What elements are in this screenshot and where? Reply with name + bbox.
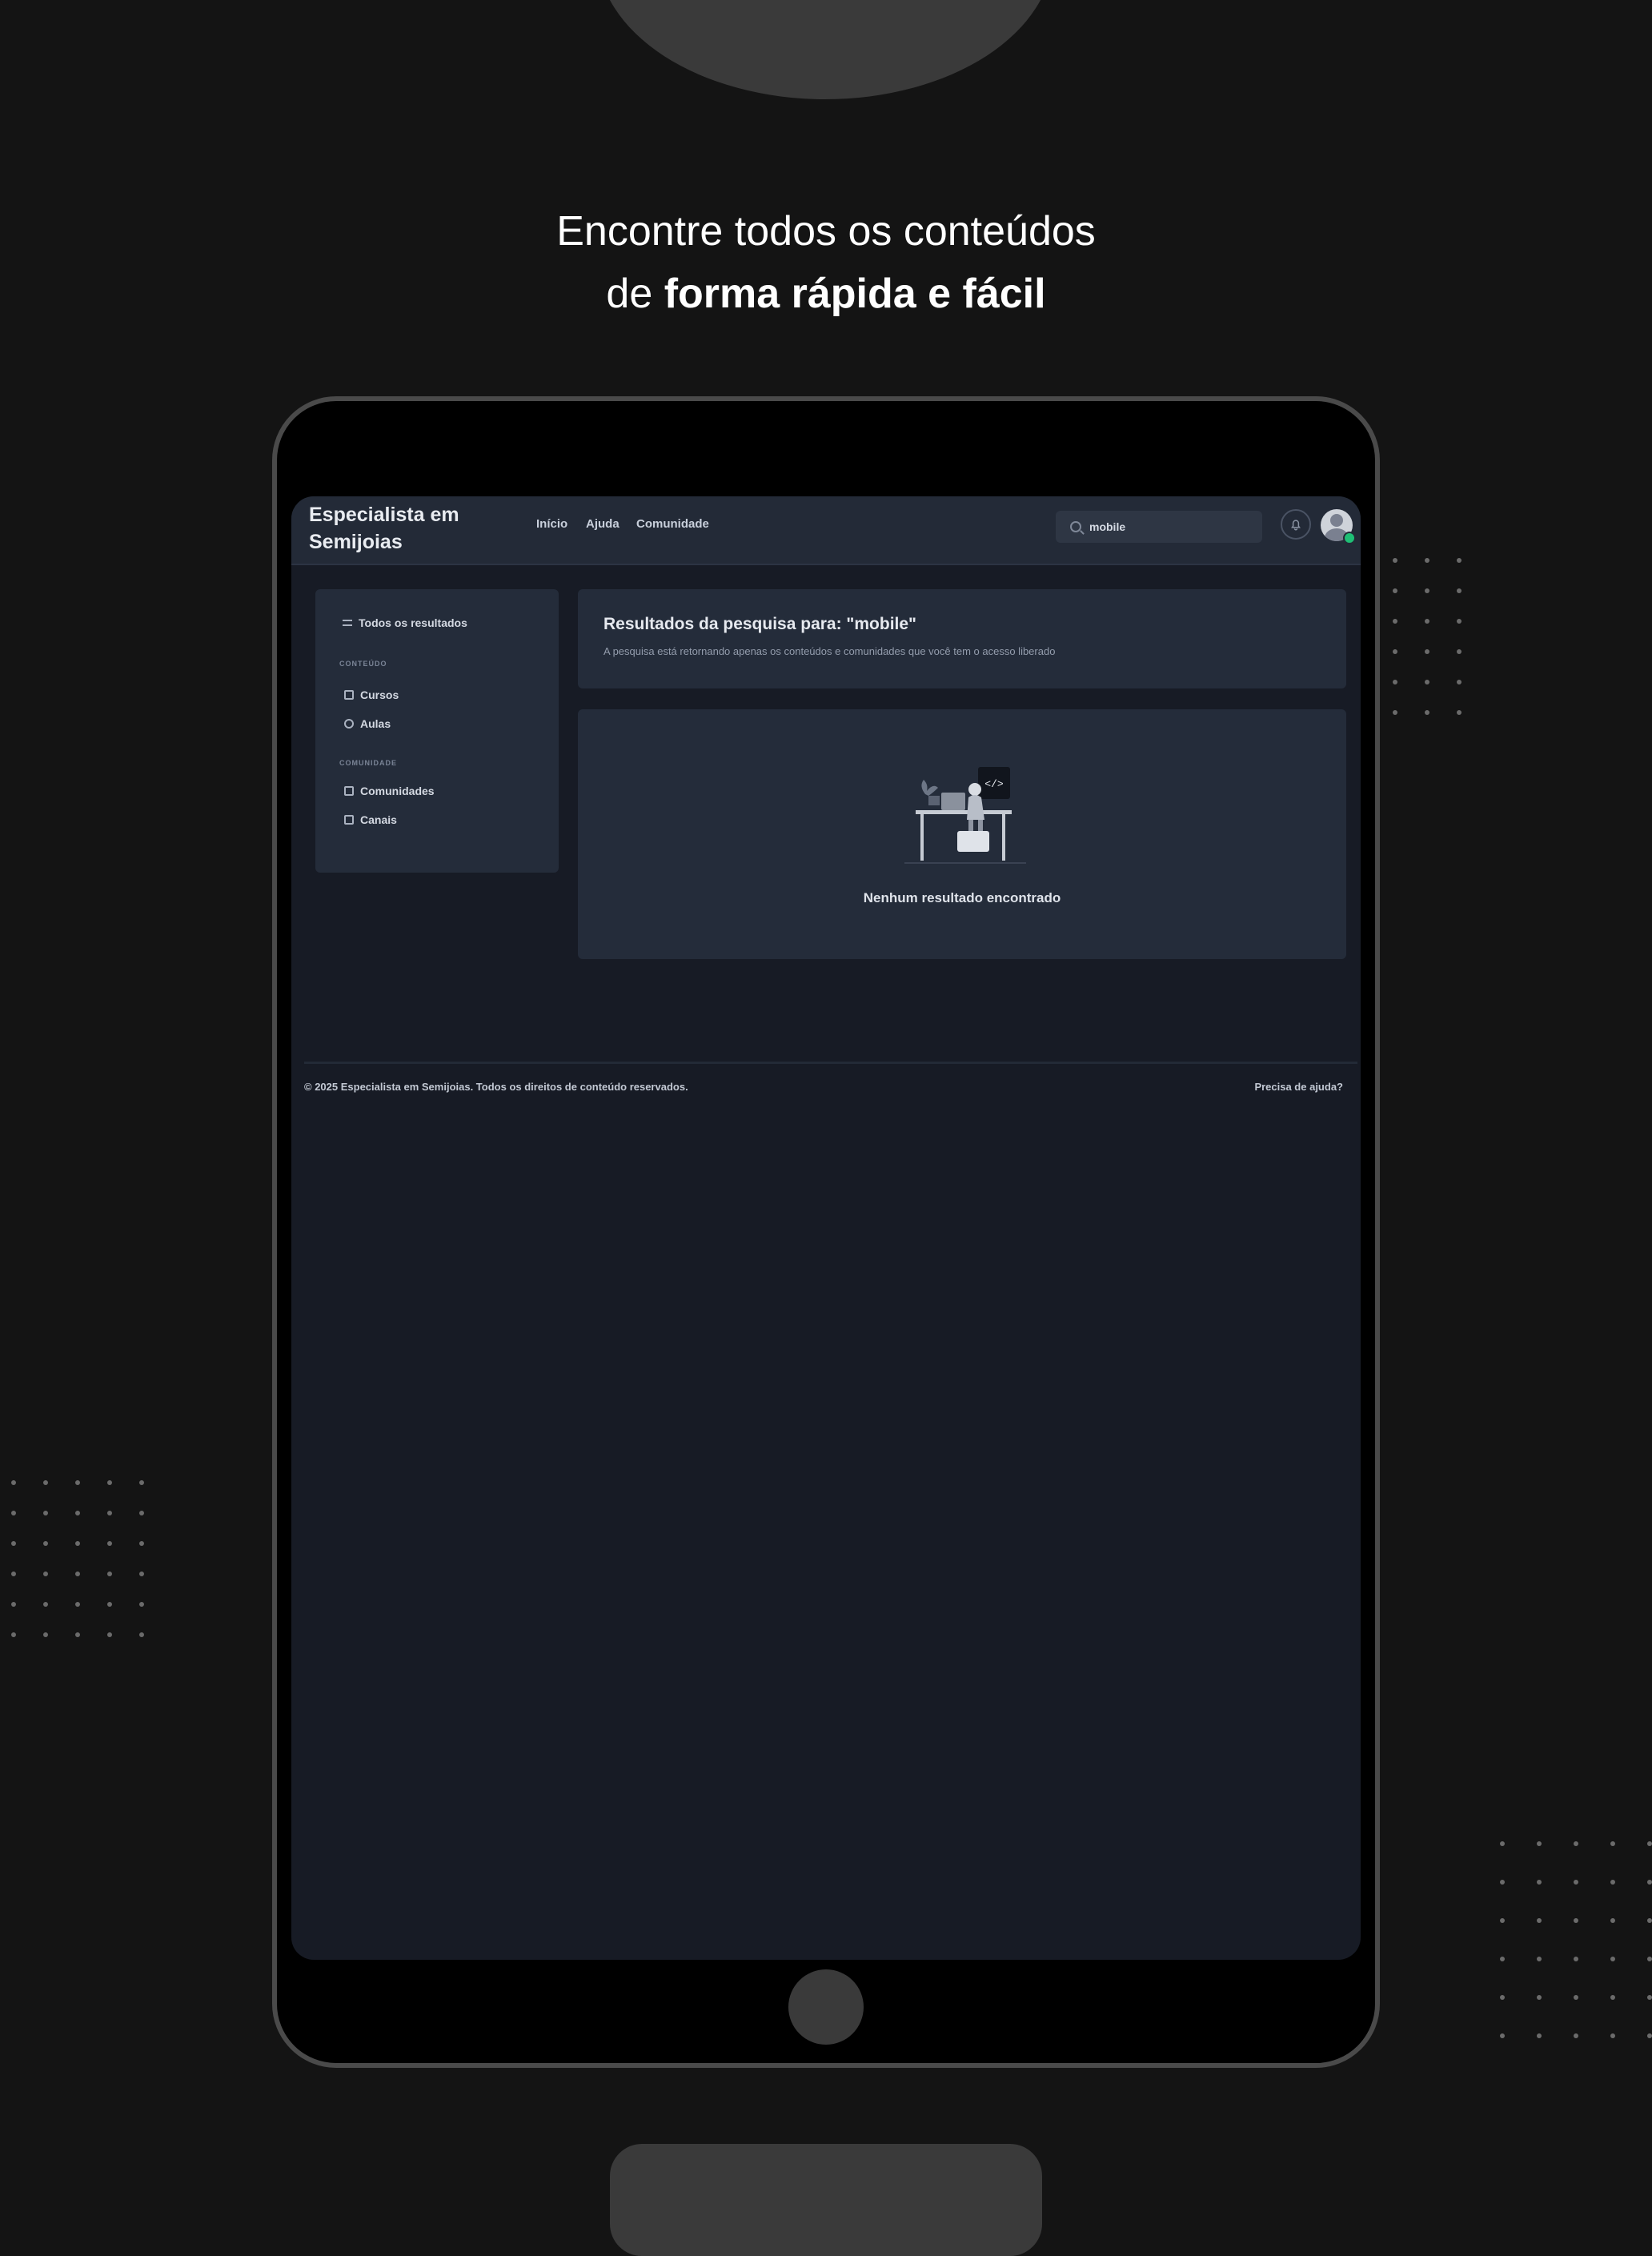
nav-link-inicio[interactable]: Início bbox=[536, 517, 567, 531]
filter-aulas[interactable]: Aulas bbox=[344, 717, 391, 730]
results-filter-sidebar: Todos os resultados CONTEÚDO Cursos Aula… bbox=[315, 589, 559, 873]
developer-at-desk-illustration: </> bbox=[904, 767, 1026, 864]
footer-copyright: © 2025 Especialista em Semijoias. Todos … bbox=[304, 1081, 688, 1093]
promo-headline: Encontre todos os conteúdos de forma ráp… bbox=[0, 200, 1652, 325]
decorative-dot-grid bbox=[1393, 558, 1462, 715]
search-results-header: Resultados da pesquisa para: "mobile" A … bbox=[578, 589, 1346, 688]
section-content-label: CONTEÚDO bbox=[339, 660, 387, 668]
headline-line-1: Encontre todos os conteúdos bbox=[556, 208, 1096, 255]
decorative-circle bbox=[597, 0, 1053, 99]
lesson-icon bbox=[344, 719, 354, 729]
empty-results-card: </> Nenhum resultado encontrado bbox=[578, 709, 1346, 959]
filter-all-results[interactable]: Todos os resultados bbox=[343, 616, 467, 629]
filter-cursos[interactable]: Cursos bbox=[344, 688, 399, 701]
filter-label: Todos os resultados bbox=[359, 616, 467, 629]
bell-icon bbox=[1291, 520, 1301, 531]
footer-help-link[interactable]: Precisa de ajuda? bbox=[1254, 1081, 1343, 1093]
online-status-dot bbox=[1343, 532, 1356, 544]
headline-prefix: de bbox=[606, 271, 653, 317]
headline-line-2: de forma rápida e fácil bbox=[0, 263, 1652, 325]
course-icon bbox=[344, 690, 354, 700]
channel-icon bbox=[344, 815, 354, 825]
footer-divider bbox=[304, 1062, 1357, 1064]
search-icon bbox=[1070, 521, 1081, 532]
code-symbol-label: </> bbox=[984, 778, 1004, 790]
tablet-home-button bbox=[788, 1969, 864, 2045]
app-screen: Especialista em Semijoias Início Ajuda C… bbox=[291, 496, 1361, 1960]
brand-line-2: Semijoias bbox=[309, 531, 403, 553]
brand-logo[interactable]: Especialista em Semijoias bbox=[309, 501, 485, 556]
notifications-button[interactable] bbox=[1281, 509, 1311, 540]
search-value: mobile bbox=[1089, 520, 1126, 533]
filter-label: Aulas bbox=[360, 717, 391, 730]
decorative-pill bbox=[610, 2144, 1042, 2256]
nav-link-ajuda[interactable]: Ajuda bbox=[586, 517, 620, 531]
headline-bold: forma rápida e fácil bbox=[664, 271, 1046, 317]
decorative-dot-grid bbox=[1500, 1841, 1652, 2038]
filter-label: Comunidades bbox=[360, 785, 435, 797]
filter-label: Cursos bbox=[360, 688, 399, 701]
brand-line-1: Especialista em bbox=[309, 504, 459, 526]
filter-canais[interactable]: Canais bbox=[344, 813, 397, 826]
filter-comunidades[interactable]: Comunidades bbox=[344, 785, 435, 797]
list-icon bbox=[343, 620, 352, 626]
section-community-label: COMUNIDADE bbox=[339, 759, 397, 767]
top-navbar: Especialista em Semijoias Início Ajuda C… bbox=[291, 496, 1361, 565]
nav-link-comunidade[interactable]: Comunidade bbox=[636, 517, 709, 531]
empty-results-message: Nenhum resultado encontrado bbox=[863, 890, 1061, 905]
filter-label: Canais bbox=[360, 813, 397, 826]
results-title: Resultados da pesquisa para: "mobile" bbox=[603, 615, 917, 633]
search-input[interactable]: mobile bbox=[1056, 511, 1262, 543]
results-subtitle: A pesquisa está retornando apenas os con… bbox=[603, 645, 1056, 657]
community-icon bbox=[344, 786, 354, 796]
decorative-dot-grid bbox=[11, 1480, 144, 1637]
